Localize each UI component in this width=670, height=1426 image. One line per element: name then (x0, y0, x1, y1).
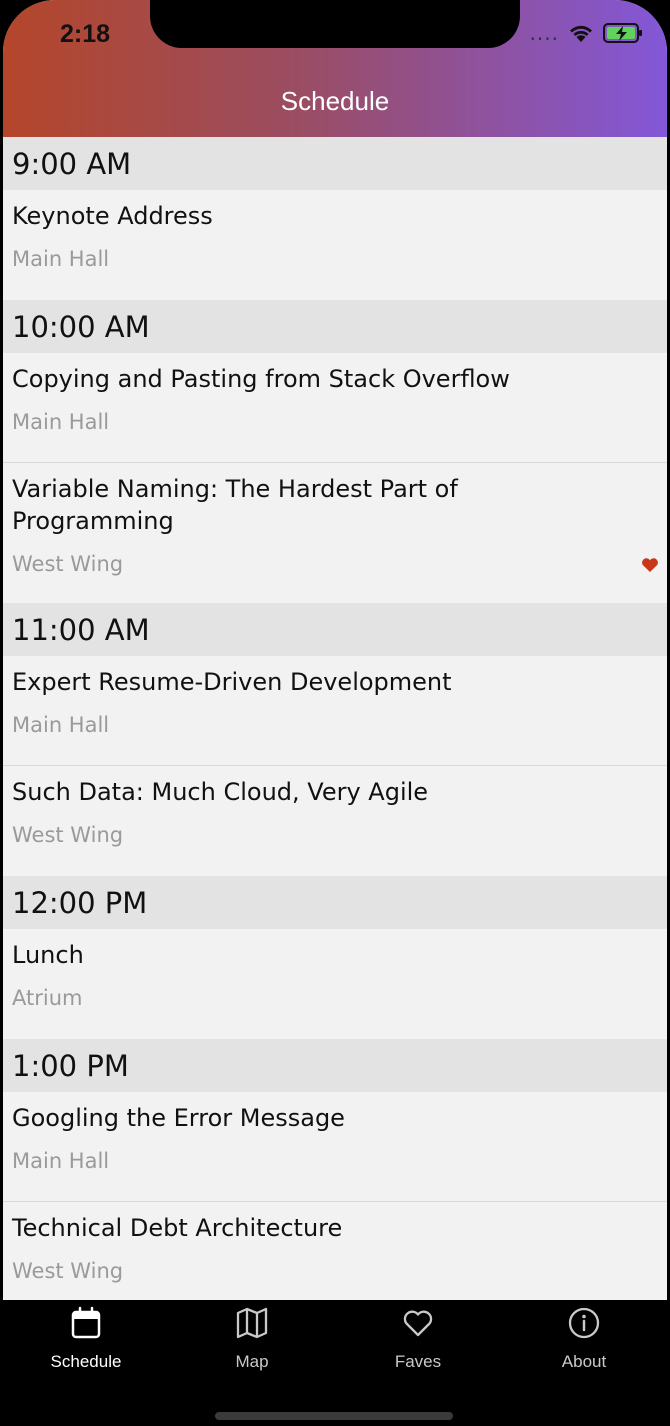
session-room: Main Hall (12, 247, 110, 271)
session-title: Expert Resume-Driven Development (12, 668, 452, 696)
session-title: Copying and Pasting from Stack Overflow (12, 365, 510, 393)
session-item[interactable]: Keynote Address Main Hall (3, 190, 667, 300)
session-item[interactable]: Technical Debt Architecture West Wing (3, 1202, 667, 1300)
status-time: 2:18 (60, 20, 111, 48)
tab-label: Schedule (50, 1352, 122, 1371)
session-title: Googling the Error Message (12, 1104, 345, 1132)
session-title: Such Data: Much Cloud, Very Agile (12, 778, 429, 806)
session-room: Main Hall (12, 1149, 110, 1173)
session-room: Atrium (12, 986, 83, 1010)
session-item[interactable]: Variable Naming: The Hardest Part of Pro… (3, 463, 667, 603)
session-title: Technical Debt Architecture (12, 1214, 343, 1242)
session-room: West Wing (12, 823, 124, 847)
page-title: Schedule (280, 86, 390, 116)
tab-faves[interactable]: Faves (335, 1306, 501, 1386)
heart-icon (403, 1310, 433, 1337)
time-slot-header: 12:00 PM (3, 876, 667, 929)
session-title: Keynote Address (12, 202, 213, 230)
session-room: West Wing (12, 552, 124, 576)
session-title: Variable Naming: The Hardest Part of Pro… (12, 475, 458, 535)
map-icon (236, 1307, 268, 1339)
tab-label: Faves (394, 1352, 442, 1371)
battery-charging-icon (603, 23, 642, 43)
session-item[interactable]: Lunch Atrium (3, 929, 667, 1039)
tab-bar: Schedule Map Faves About (3, 1300, 667, 1426)
session-item[interactable]: Such Data: Much Cloud, Very Agile West Wi… (3, 766, 667, 876)
session-item[interactable]: Expert Resume-Driven Development Main Hal… (3, 656, 667, 766)
app-screen: 2:18 .... Schedule 9:00 AM Keynote Addres… (3, 0, 667, 1426)
session-room: Main Hall (12, 410, 110, 434)
time-slot-header: 1:00 PM (3, 1039, 667, 1092)
tab-about[interactable]: About (501, 1306, 667, 1386)
wifi-icon (570, 25, 592, 42)
time-slot-header: 9:00 AM (3, 137, 667, 190)
tab-label: About (561, 1352, 607, 1371)
tab-map[interactable]: Map (169, 1306, 335, 1386)
time-slot-header: 10:00 AM (3, 300, 667, 353)
session-item[interactable]: Googling the Error Message Main Hall (3, 1092, 667, 1202)
home-indicator[interactable] (215, 1412, 453, 1420)
phone-frame: 2:18 .... Schedule 9:00 AM Keynote Addres… (0, 0, 670, 1426)
session-room: West Wing (12, 1259, 124, 1283)
calendar-icon (71, 1306, 101, 1339)
favorite-heart-icon[interactable] (641, 557, 659, 573)
signal-icon: .... (529, 21, 559, 45)
status-icons: .... (530, 22, 643, 44)
time-slot-header: 11:00 AM (3, 603, 667, 656)
app-header: 2:18 .... Schedule (3, 0, 667, 137)
session-item[interactable]: Copying and Pasting from Stack Overflow M… (3, 353, 667, 463)
tab-label: Map (235, 1352, 269, 1371)
info-icon (568, 1307, 600, 1339)
device-notch (150, 0, 520, 48)
session-title: Lunch (12, 941, 84, 969)
schedule-list[interactable]: 9:00 AM Keynote Address Main Hall 10:00 AM C… (3, 137, 667, 1300)
session-room: Main Hall (12, 713, 110, 737)
tab-schedule[interactable]: Schedule (3, 1306, 169, 1386)
